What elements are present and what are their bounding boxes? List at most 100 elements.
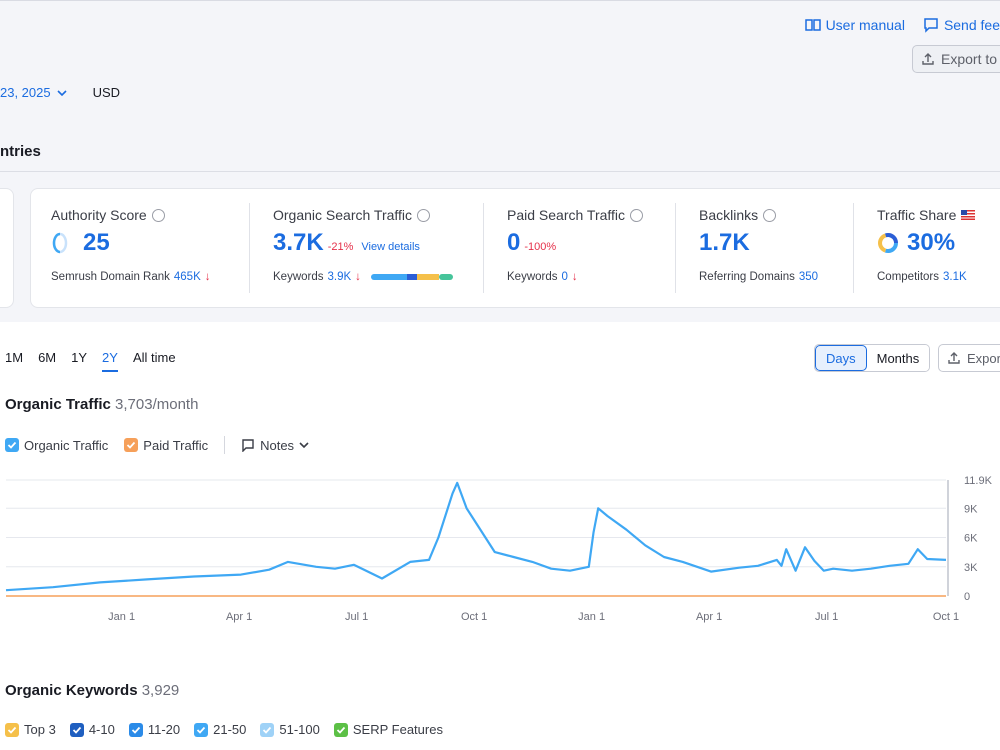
legend-51-100[interactable]: 51-100 [260,722,320,737]
send-feedback-label: Send fee [943,17,1000,33]
paid-keywords-sub: Keywords 0 ↓ [507,271,578,283]
traffic-share-label: Traffic Share [877,207,976,223]
legend-paid-label: Paid Traffic [143,437,209,453]
legend-4-10[interactable]: 4-10 [69,722,115,737]
legend-51-100-label: 51-100 [279,722,320,737]
organic-traffic-value: 3.7K [273,229,324,256]
legend-4-10-label: 4-10 [88,722,115,737]
divider [224,436,226,454]
x-tick-label: Apr 1 [226,611,252,623]
y-tick-label: 9K [964,503,978,515]
upload-icon [922,53,934,65]
authority-score-value-row: 25 [51,229,110,257]
backlinks-value-row: 1.7K [699,229,750,257]
keywords-value[interactable]: 3.9K [328,271,352,283]
legend-21-50[interactable]: 21-50 [194,722,246,737]
competitors-value[interactable]: 3.1K [943,271,967,283]
paid-keywords-value[interactable]: 0 [562,271,568,283]
info-icon[interactable] [151,208,165,222]
organic-traffic-value-row: 3.7K -21% View details [273,229,420,257]
months-toggle[interactable]: Months [866,345,930,371]
arrow-down-icon: ↓ [355,271,361,283]
date-row: 23, 2025 USD [0,85,120,100]
backlinks-label: Backlinks [699,207,777,223]
domain-rank-label: Semrush Domain Rank [51,271,170,283]
legend-serp-features[interactable]: SERP Features [333,722,443,737]
days-toggle[interactable]: Days [815,345,867,371]
checkbox-checked-icon [5,722,19,737]
tab-2y[interactable]: 2Y [102,350,118,372]
keywords-label: Keywords [273,271,324,283]
referring-domains-sub: Referring Domains 350 [699,271,818,283]
tab-all-time[interactable]: All time [133,350,176,372]
legend-organic-traffic[interactable]: Organic Traffic [5,438,108,453]
organic-keywords-heading-title: Organic Keywords [5,682,138,699]
tab-1y[interactable]: 1Y [71,350,87,372]
backlinks-metric: Backlinks 1.7K Referring Domains 350 [699,189,849,307]
domain-rank-sub: Semrush Domain Rank 465K ↓ [51,271,211,283]
legend-serp-label: SERP Features [352,722,443,737]
y-tick-label: 6K [964,533,978,545]
traffic-share-metric: Traffic Share 30% Competitors 3.1K [877,189,1000,307]
x-tick-label: Jul 1 [815,611,838,623]
legend-organic-label: Organic Traffic [24,437,109,453]
domain-rank-value[interactable]: 465K [174,271,201,283]
granularity-toggle: Days Months [814,344,931,372]
metrics-card: Authority Score 25 Semrush Domain Rank 4… [30,188,1000,308]
authority-score-value: 25 [83,229,110,256]
traffic-legend: Organic Traffic Paid Traffic Notes [5,436,309,454]
range-tabs: 1M 6M 1Y 2Y All time [5,350,176,372]
y-tick-label: 0 [964,591,970,603]
send-feedback-link[interactable]: Send fee [923,17,1000,33]
info-icon[interactable] [630,208,644,222]
organic-traffic-chart: 11.9K 9K 6K 3K 0 Jan 1 Apr 1 Jul 1 Oct 1 Jan 1 Apr… [5,475,993,623]
tab-1m[interactable]: 1M [5,350,23,372]
arrow-down-icon: ↓ [571,271,578,283]
donut-chart-icon [878,233,898,253]
paid-traffic-label: Paid Search Traffic [507,207,644,223]
checkbox-checked-icon [260,722,275,737]
divider [483,203,484,293]
book-icon [804,19,821,31]
legend-21-50-label: 21-50 [213,722,247,737]
tab-6m[interactable]: 6M [38,350,56,372]
checkbox-checked-icon [194,722,209,737]
info-icon[interactable] [763,208,777,222]
legend-11-20[interactable]: 11-20 [128,722,180,737]
date-selector[interactable]: 23, 2025 [0,85,67,100]
x-tick-label: Jan 1 [578,611,605,623]
x-tick-label: Apr 1 [696,611,722,623]
export-pdf-button[interactable]: Export to [912,45,1000,73]
traffic-share-title: Traffic Share [877,207,957,223]
us-flag-icon [961,210,976,220]
organic-traffic-heading: Organic Traffic 3,703/month [5,396,198,413]
currency-label: USD [92,85,121,100]
top-header: User manual Send fee Export to 23, 2025 … [0,0,1000,176]
referring-domains-value[interactable]: 350 [799,271,818,283]
authority-score-metric: Authority Score 25 Semrush Domain Rank 4… [51,189,251,307]
export-chart-button[interactable]: Export [938,344,1000,372]
legend-paid-traffic[interactable]: Paid Traffic [124,438,208,453]
divider [249,203,250,293]
notes-dropdown[interactable]: Notes [241,438,309,453]
backlinks-title: Backlinks [699,207,759,223]
keywords-sub: Keywords 3.9K ↓ [273,271,453,283]
paid-traffic-value-row: 0 -100% [507,229,556,257]
organic-traffic-metric: Organic Search Traffic 3.7K -21% View deta… [273,189,483,307]
checkbox-checked-icon [5,438,19,452]
feedback-icon [924,18,938,33]
upload-icon [948,352,960,364]
organic-traffic-title: Organic Search Traffic [273,207,413,223]
legend-top3[interactable]: Top 3 [5,722,56,737]
view-details-link[interactable]: View details [361,241,420,253]
organic-keywords-heading: Organic Keywords 3,929 [5,682,179,699]
authority-score-title: Authority Score [51,207,147,223]
x-tick-label: Oct 1 [461,611,487,623]
organic-traffic-heading-value: 3,703/month [115,396,199,413]
divider [675,203,676,293]
info-icon[interactable] [417,208,431,222]
organic-traffic-label: Organic Search Traffic [273,207,431,223]
countries-tab[interactable]: ntries [0,143,41,160]
user-manual-link[interactable]: User manual [804,17,905,33]
chevron-down-icon [57,89,67,96]
